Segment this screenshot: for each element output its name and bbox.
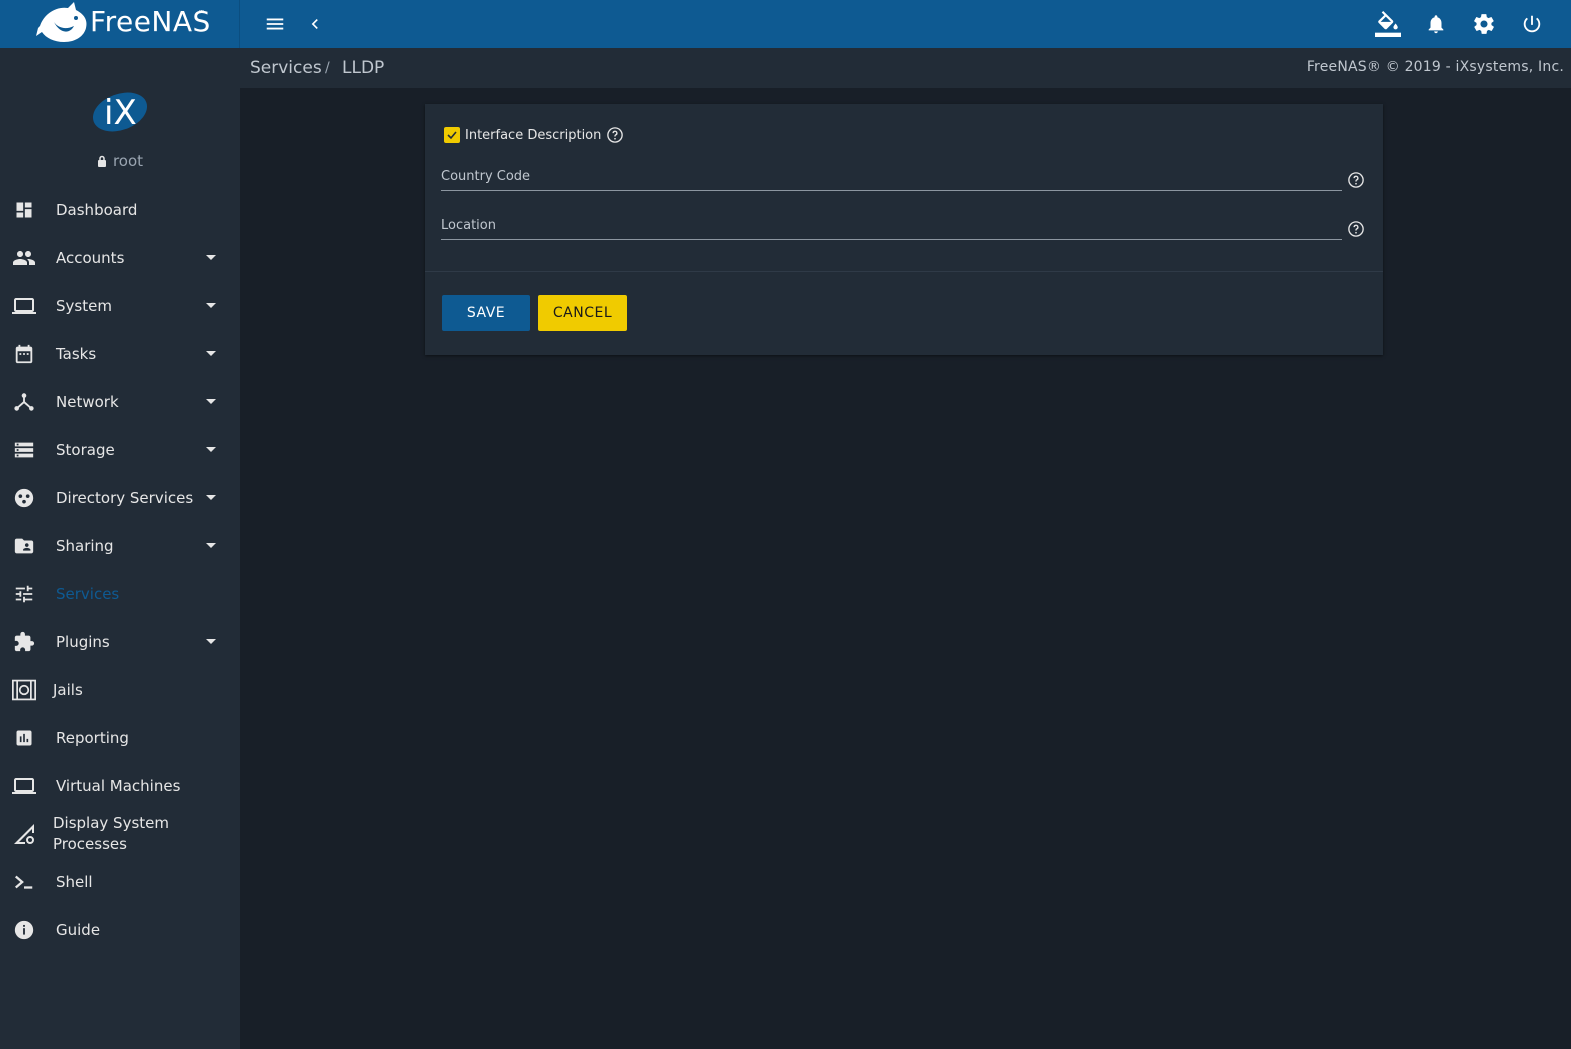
breadcrumb: Services / LLDP FreeNAS® © 2019 - iXsyst… [240,48,1571,88]
info-icon [12,918,36,942]
brand-trademark: ™ [198,9,205,17]
copyright-text: FreeNAS® © 2019 - iXsystems, Inc. [1306,59,1564,75]
storage-icon [12,438,36,462]
help-icon[interactable] [1347,220,1365,238]
jail-icon [12,678,36,702]
sidebar-item-directory-services[interactable]: Directory Services [0,474,240,522]
svg-text:iX: iX [104,93,137,133]
menu-icon [266,18,284,30]
paint-bucket-icon [1375,11,1401,37]
sidebar-item-tasks[interactable]: Tasks [0,330,240,378]
gear-icon [1474,14,1494,34]
lldp-settings-card: Interface Description Country Code Locat… [425,104,1383,355]
brand-name: FreeNAS [90,5,211,38]
breadcrumb-services-link[interactable]: Services [250,58,322,78]
ixsystems-logo: iX [92,92,148,133]
network-icon [12,390,36,414]
terminal-icon [12,870,36,894]
sidebar-item-label: Shell [56,873,93,891]
caret-down-icon [206,639,216,644]
network-cog-icon [12,822,36,846]
current-user: root [0,152,240,170]
sidebar-item-network[interactable]: Network [0,378,240,426]
shared-folder-icon [12,534,36,558]
collapse-sidebar-button[interactable] [299,8,331,40]
sidebar-item-dashboard[interactable]: Dashboard [0,186,240,234]
bar-chart-icon [12,726,36,750]
sidebar-item-sharing[interactable]: Sharing [0,522,240,570]
breadcrumb-separator: / [325,60,330,76]
freenas-shark-icon [36,2,87,42]
lock-icon [97,155,106,167]
power-button[interactable] [1516,8,1548,40]
tune-icon [12,582,36,606]
settings-button[interactable] [1468,8,1500,40]
notifications-button[interactable] [1420,8,1452,40]
sidebar-item-plugins[interactable]: Plugins [0,618,240,666]
bell-icon [1428,15,1444,34]
caret-down-icon [206,447,216,452]
chevron-left-icon [311,19,318,29]
help-icon[interactable] [606,126,624,144]
sidebar-item-label: Guide [56,921,101,939]
sidebar-item-label: Accounts [56,249,125,267]
calendar-icon [12,342,36,366]
caret-down-icon [206,399,216,404]
sidebar-item-accounts[interactable]: Accounts [0,234,240,282]
sidebar-item-label: Services [56,585,120,603]
computer-icon [12,774,36,798]
laptop-icon [12,294,36,318]
directory-icon [12,486,36,510]
interface-description-label: Interface Description [465,127,602,143]
dashboard-icon [12,198,36,222]
caret-down-icon [206,543,216,548]
divider [425,271,1383,272]
country-code-field[interactable]: Country Code [441,163,1342,191]
sidebar-item-label: Jails [53,681,83,699]
theme-button[interactable] [1372,8,1404,40]
sidebar-item-label: Virtual Machines [56,777,181,795]
sidebar-item-guide[interactable]: Guide [0,906,240,954]
location-input[interactable] [441,212,1342,239]
save-button[interactable]: SAVE [442,295,530,331]
breadcrumb-current: LLDP [342,58,385,78]
checkmark-icon [447,131,457,140]
sidebar-item-storage[interactable]: Storage [0,426,240,474]
sidebar-item-label: System [56,297,112,315]
sidebar-item-label: Display System Processes [53,814,169,853]
interface-description-row: Interface Description [444,124,624,146]
puzzle-icon [12,630,36,654]
location-field[interactable]: Location [441,212,1342,240]
sidebar-item-system[interactable]: System [0,282,240,330]
sidebar-item-label: Storage [56,441,115,459]
caret-down-icon [206,495,216,500]
sidebar-item-label: Directory Services [56,489,194,507]
caret-down-icon [206,351,216,356]
sidebar-item-reporting[interactable]: Reporting [0,714,240,762]
interface-description-checkbox[interactable] [444,127,460,143]
sidebar-item-label: Tasks [56,345,97,363]
sidebar-item-label: Network [56,393,119,411]
sidebar-item-shell[interactable]: Shell [0,858,240,906]
sidebar-item-label: Dashboard [56,201,138,219]
sidebar-item-jails[interactable]: Jails [0,666,240,714]
caret-down-icon [206,303,216,308]
brand-logo[interactable]: FreeNAS ™ [0,0,240,48]
people-icon [12,246,36,270]
sidebar-item-services[interactable]: Services [0,570,240,618]
sidebar-item-label: Reporting [56,729,129,747]
top-bar: FreeNAS ™ [0,0,1571,48]
sidebar-item-label: Plugins [56,633,110,651]
username: root [112,152,144,170]
caret-down-icon [206,255,216,260]
sidebar-item-label: Sharing [56,537,114,555]
country-code-input[interactable] [441,163,1342,190]
cancel-button[interactable]: CANCEL [538,295,627,331]
menu-toggle-button[interactable] [259,8,291,40]
help-icon[interactable] [1347,171,1365,189]
power-icon [1523,15,1541,33]
sidebar: iX root Dashboard Accounts System Tasks … [0,48,240,1049]
sidebar-item-display-system-processes[interactable]: Display System Processes [0,810,240,858]
sidebar-item-virtual-machines[interactable]: Virtual Machines [0,762,240,810]
